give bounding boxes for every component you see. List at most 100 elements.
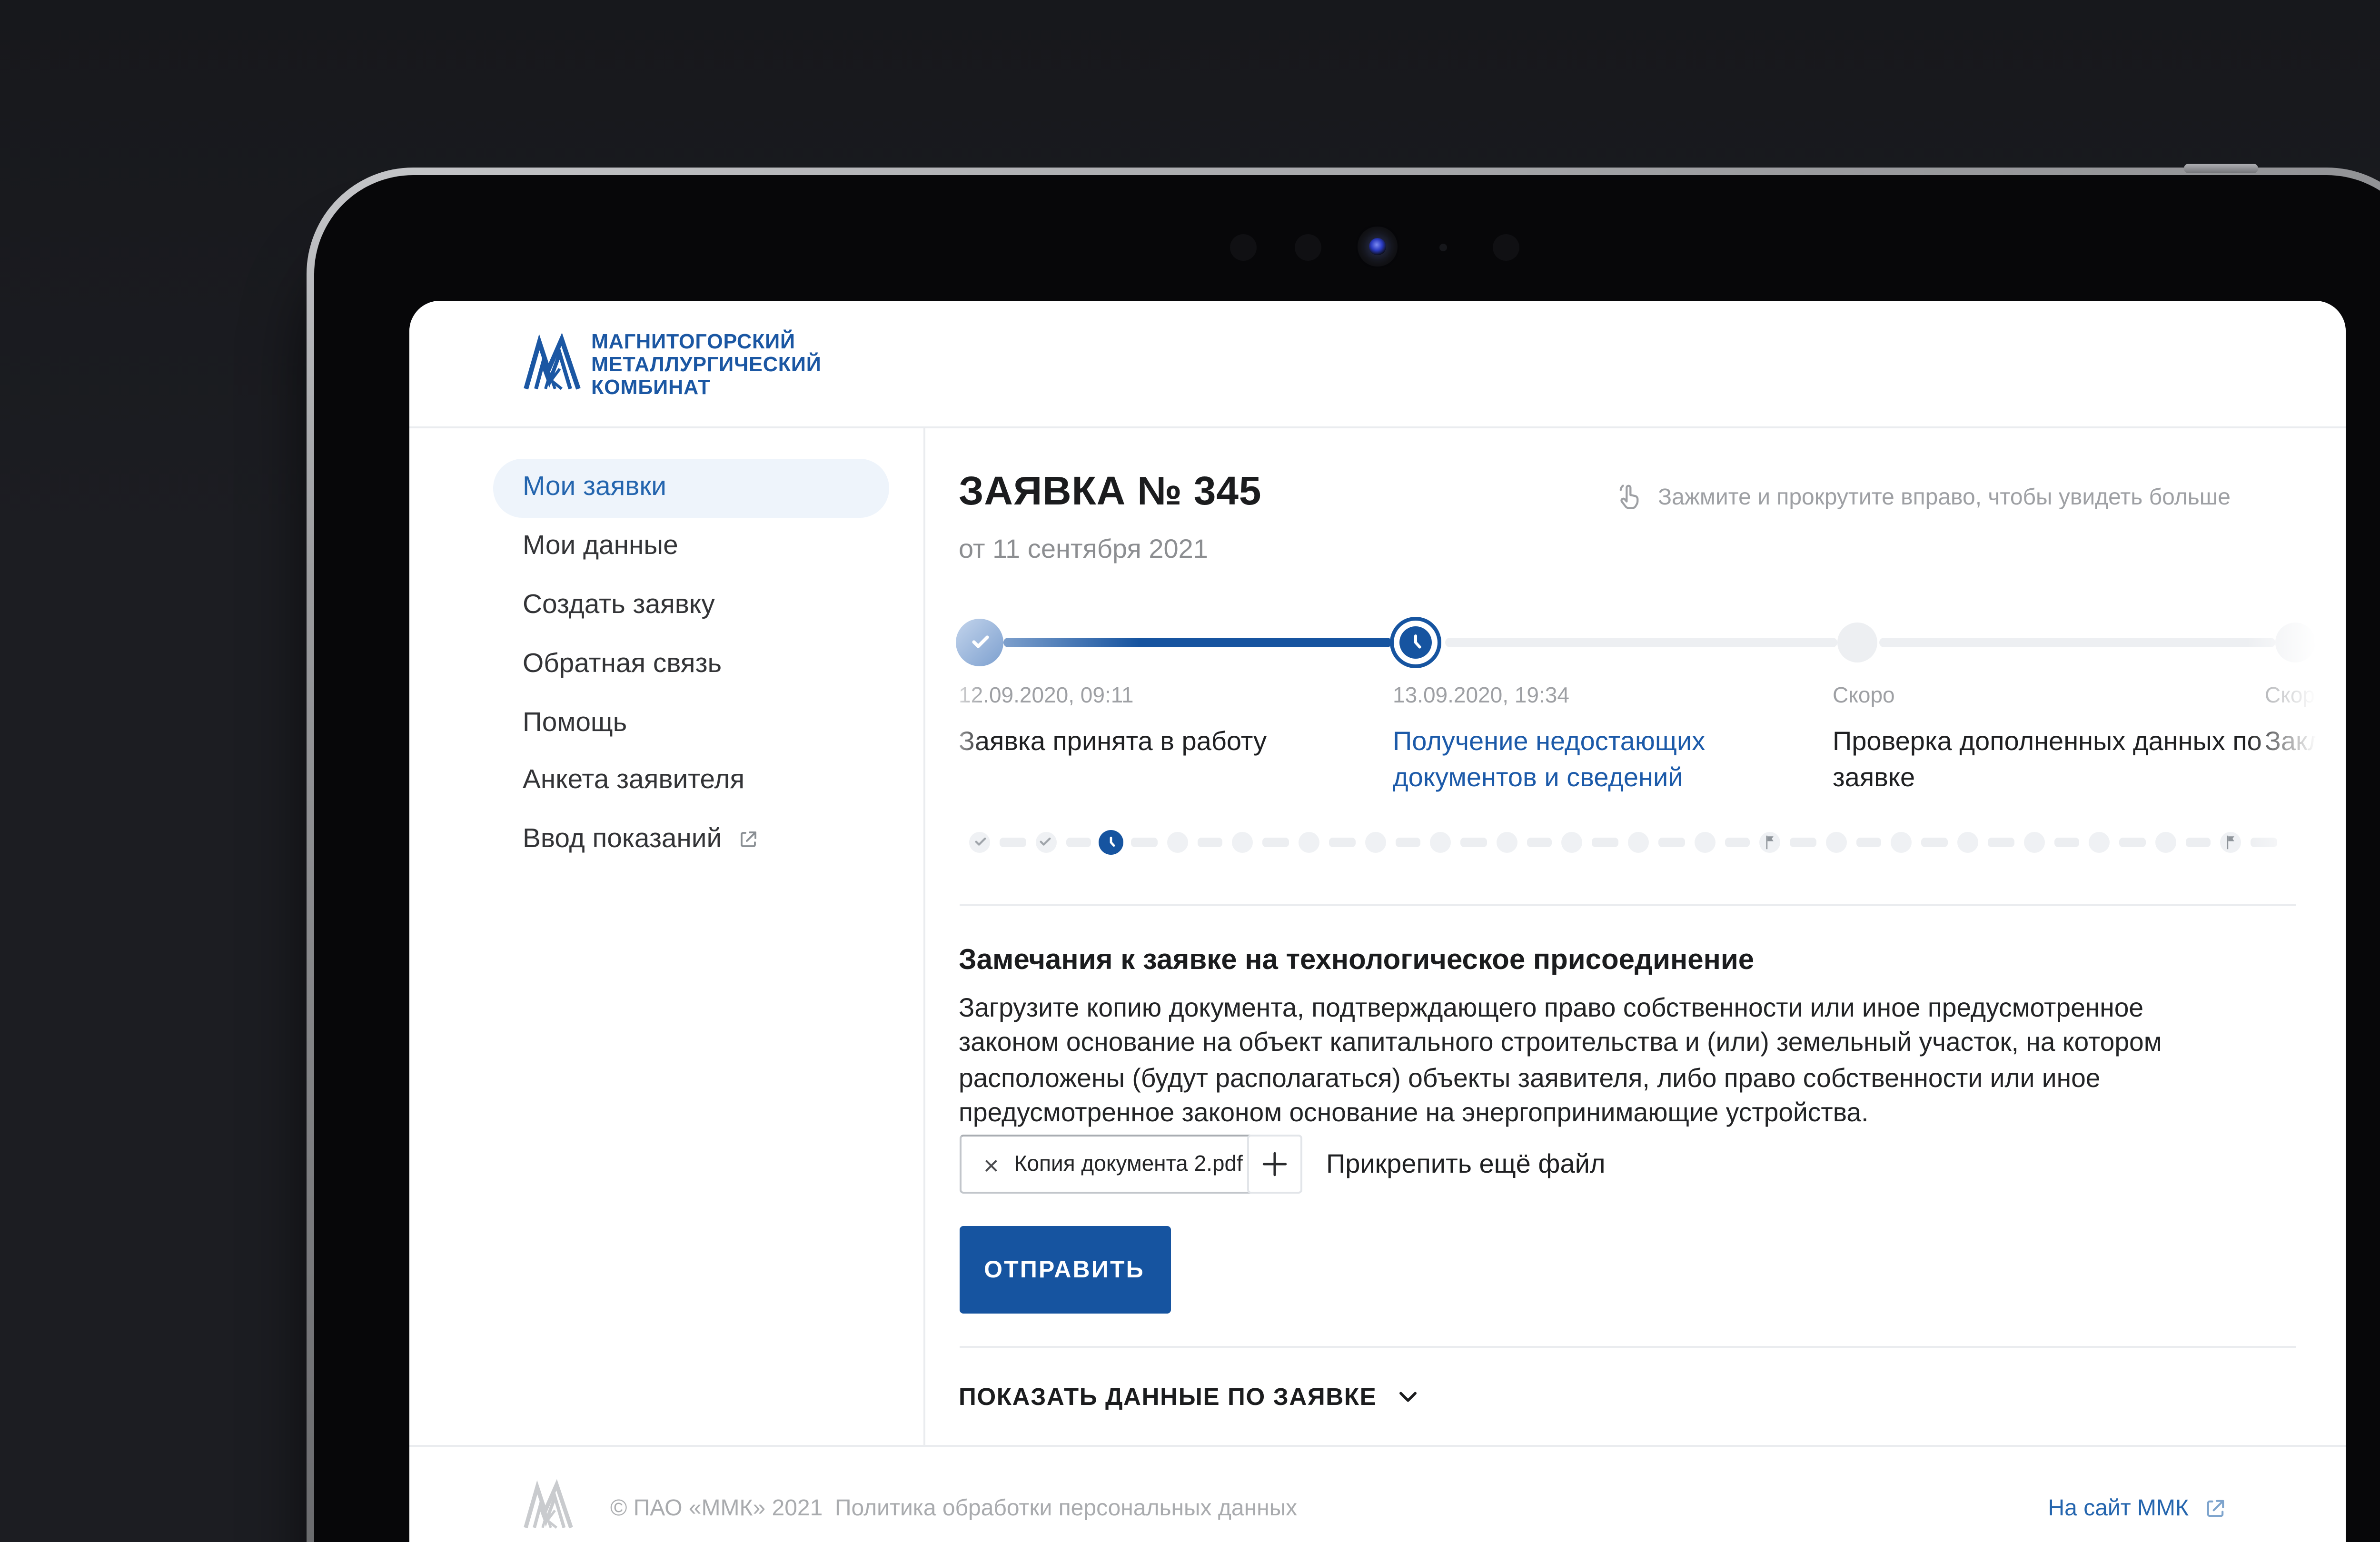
mini-timeline-dash	[1658, 838, 1684, 846]
mini-timeline-dash	[1065, 838, 1091, 846]
attach-file-button[interactable]	[1246, 1135, 1301, 1194]
mini-timeline-dash	[1922, 838, 1948, 846]
timeline-step-label: Проверка дополненных данных по заявке	[1833, 723, 2280, 796]
mini-timeline-dot	[1892, 831, 1913, 852]
sensor-dot	[1230, 234, 1257, 261]
timeline-step-done-icon	[956, 618, 1003, 665]
sidebar-item-label: Создать заявку	[492, 590, 715, 621]
mini-timeline-dash	[1593, 838, 1618, 846]
mini-timeline-dot	[1430, 831, 1451, 852]
timeline-step-upcoming-icon	[1837, 622, 1877, 662]
logo-wordmark: МАГНИТОГОРСКИЙ МЕТАЛЛУРГИЧЕСКИЙ КОМБИНАТ	[591, 331, 822, 401]
mini-timeline-dot	[1957, 831, 1978, 852]
clock-icon	[1103, 833, 1120, 850]
mini-timeline-dot	[1233, 831, 1254, 852]
sidebar-item[interactable]: Ввод показаний	[492, 811, 888, 869]
app-body: Мои заявки Мои данные Создать заявку Обратн…	[408, 428, 2345, 1445]
sidebar-item-label: Мои данные	[492, 532, 678, 562]
app-header: МАГНИТОГОРСКИЙ МЕТАЛЛУРГИЧЕСКИЙ КОМБИНАТ	[408, 301, 2345, 428]
timeline-segment-done	[1002, 638, 1391, 646]
timeline-step-date: Скоро	[1833, 685, 1895, 708]
mini-timeline-dash	[1461, 838, 1487, 846]
divider	[959, 1346, 2295, 1348]
timeline-segment	[1878, 638, 2274, 646]
sidebar-item[interactable]: Обратная связь	[492, 635, 888, 693]
timeline-step-current-icon	[1390, 617, 1441, 668]
mini-timeline-dash	[1000, 838, 1025, 846]
flag-icon	[1762, 833, 1779, 850]
mini-timeline-dash	[1197, 838, 1223, 846]
mini-timeline-dot	[1299, 831, 1319, 852]
submit-button[interactable]: ОТПРАВИТЬ	[959, 1226, 1170, 1314]
page-subtitle: от 11 сентября 2021	[959, 533, 1208, 563]
app-window: МАГНИТОГОРСКИЙ МЕТАЛЛУРГИЧЕСКИЙ КОМБИНАТ…	[408, 301, 2345, 1542]
sidebar-item[interactable]: Помощь	[492, 693, 888, 752]
sidebar-item-label: Мои заявки	[492, 473, 666, 504]
external-link-icon	[2202, 1495, 2227, 1520]
camera-lens-icon	[1369, 238, 1386, 255]
plus-icon	[1258, 1148, 1290, 1180]
mini-timeline[interactable]	[959, 820, 2314, 862]
mini-timeline-dash	[1263, 838, 1289, 846]
mini-timeline-dash	[2185, 838, 2211, 846]
chevron-down-icon	[1396, 1383, 1420, 1408]
sidebar-item-label: Анкета заявителя	[492, 766, 744, 797]
mini-timeline-dash	[1790, 838, 1816, 846]
check-icon	[972, 834, 987, 849]
flag-icon	[2223, 833, 2240, 850]
section-body: Загрузите копию документа, подтверждающе…	[959, 992, 2231, 1132]
mini-timeline-dash	[1724, 838, 1750, 846]
mmk-logo-grey-icon	[523, 1479, 572, 1532]
sidebar-item-label: Обратная связь	[492, 649, 722, 679]
sidebar-item[interactable]: Создать заявку	[492, 576, 888, 634]
sensor-dot	[1493, 234, 1519, 261]
tablet-frame: МАГНИТОГОРСКИЙ МЕТАЛЛУРГИЧЕСКИЙ КОМБИНАТ…	[307, 168, 2380, 1542]
power-button	[2184, 164, 2258, 173]
divider	[959, 904, 2295, 906]
mini-timeline-dash	[1527, 838, 1552, 846]
expander-label: ПОКАЗАТЬ ДАННЫЕ ПО ЗАЯВКЕ	[959, 1381, 1377, 1410]
attached-file-chip[interactable]: × Копия документа 2.pdf	[959, 1135, 1268, 1194]
mini-timeline-dash	[1988, 838, 2013, 846]
sidebar-nav: Мои заявки Мои данные Создать заявку Обратн…	[408, 428, 924, 1445]
backdrop: МАГНИТОГОРСКИЙ МЕТАЛЛУРГИЧЕСКИЙ КОМБИНАТ…	[0, 0, 2380, 1542]
sidebar-item[interactable]: Мои заявки	[492, 459, 888, 517]
timeline-step-label[interactable]: Получение недостающих документов и сведе…	[1393, 723, 1735, 796]
mini-timeline-dot-flag	[1760, 831, 1781, 852]
close-icon[interactable]: ×	[983, 1151, 999, 1177]
mini-timeline-dash	[1856, 838, 1882, 846]
mini-timeline-dash	[1329, 838, 1355, 846]
sidebar-item[interactable]: Анкета заявителя	[492, 752, 888, 811]
main-panel: ЗАЯВКА № 345 Зажмите и прокрутите вправо…	[926, 428, 2345, 1445]
hand-pointer-icon	[1614, 482, 1645, 512]
timeline-step-label: Заявка принята в работу	[959, 723, 1359, 760]
mini-timeline-dot-check	[969, 831, 990, 852]
mini-timeline-dot	[1496, 831, 1517, 852]
attach-more-label[interactable]: Прикрепить ещё файл	[1326, 1148, 1606, 1178]
mini-timeline-dot	[1628, 831, 1649, 852]
mini-timeline-dot-flag	[2221, 831, 2242, 852]
mini-timeline-dash	[2120, 838, 2145, 846]
sensor-dot	[1439, 244, 1447, 251]
show-request-data-expander[interactable]: ПОКАЗАТЬ ДАННЫЕ ПО ЗАЯВКЕ	[959, 1376, 1420, 1414]
app-footer: © ПАО «ММК» 2021 Политика обработки перс…	[408, 1445, 2345, 1542]
scroll-hint: Зажмите и прокрутите вправо, чтобы увиде…	[1614, 482, 2231, 512]
sidebar-item[interactable]: Мои данные	[492, 517, 888, 576]
mini-timeline-dot-check	[1035, 831, 1056, 852]
mini-timeline-dot-clock	[1099, 829, 1124, 854]
scroll-hint-label: Зажмите и прокрутите вправо, чтобы увиде…	[1658, 484, 2231, 510]
mini-timeline-dash	[1395, 838, 1420, 846]
check-icon	[1038, 834, 1053, 849]
footer-copyright: © ПАО «ММК» 2021	[610, 1494, 823, 1521]
attached-file-name: Копия документа 2.pdf	[1014, 1153, 1243, 1176]
mini-timeline-dot	[1825, 831, 1846, 852]
check-icon	[968, 630, 991, 653]
scroll-fade-right	[2246, 581, 2345, 885]
mini-timeline-dot	[2089, 831, 2110, 852]
footer-site-link-label: На сайт ММК	[2048, 1494, 2189, 1521]
footer-policy-link[interactable]: Политика обработки персональных данных	[835, 1494, 1297, 1521]
footer-site-link[interactable]: На сайт ММК	[2048, 1494, 2227, 1521]
external-link-icon	[737, 829, 760, 851]
mini-timeline-dot	[1562, 831, 1583, 852]
mini-timeline-dot	[2023, 831, 2044, 852]
